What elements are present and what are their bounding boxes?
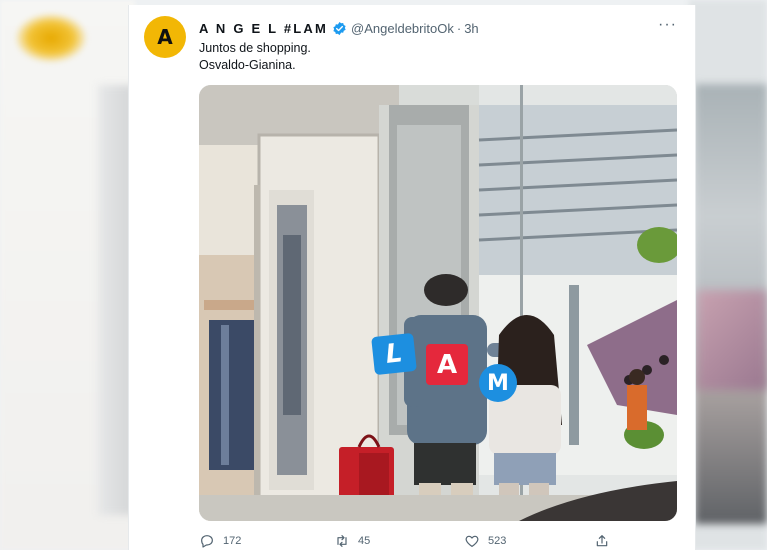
- reply-count: 172: [223, 535, 242, 547]
- tweet-text: Juntos de shopping. Osvaldo-Gianina.: [199, 40, 311, 74]
- blurred-shape-echo-right: [697, 290, 767, 390]
- more-options-icon[interactable]: ···: [658, 16, 677, 34]
- blurred-avatar-echo: [16, 14, 86, 62]
- tweet-photo[interactable]: L A M: [199, 85, 677, 521]
- tweet-actions: 172 45 523: [199, 532, 619, 550]
- retweet-icon: [337, 535, 347, 547]
- user-handle[interactable]: @AngeldebritoOk: [351, 21, 454, 36]
- tweet-time[interactable]: 3h: [464, 21, 478, 36]
- avatar-letter: A: [157, 25, 173, 49]
- watermark-letter: A: [436, 349, 458, 380]
- tweet-text-line: Juntos de shopping.: [199, 41, 311, 55]
- like-count: 523: [488, 535, 507, 547]
- avatar[interactable]: A: [144, 16, 186, 58]
- watermark-letter: L: [384, 338, 404, 370]
- like-button[interactable]: 523: [464, 533, 594, 549]
- shopping-mall-scene: [199, 85, 677, 521]
- watermark-l: L: [371, 332, 417, 376]
- like-icon: [465, 535, 479, 547]
- separator-dot: ·: [456, 20, 462, 36]
- watermark-m: M: [479, 364, 517, 402]
- share-icon: [596, 535, 608, 547]
- display-name[interactable]: A N G E L #LAM: [199, 21, 328, 36]
- watermark-letter: M: [487, 370, 509, 396]
- tweet-card[interactable]: A A N G E L #LAM @AngeldebritoOk · 3h ··…: [128, 5, 696, 550]
- retweet-count: 45: [358, 535, 371, 547]
- share-button[interactable]: [594, 533, 610, 549]
- tweet-text-line: Osvaldo-Gianina.: [199, 58, 296, 72]
- retweet-button[interactable]: 45: [334, 533, 464, 549]
- tweet-header: A N G E L #LAM @AngeldebritoOk · 3h: [199, 18, 683, 38]
- reply-icon: [201, 535, 213, 548]
- reply-button[interactable]: 172: [199, 533, 334, 549]
- watermark-a: A: [426, 344, 468, 385]
- verified-badge-icon: [333, 21, 346, 35]
